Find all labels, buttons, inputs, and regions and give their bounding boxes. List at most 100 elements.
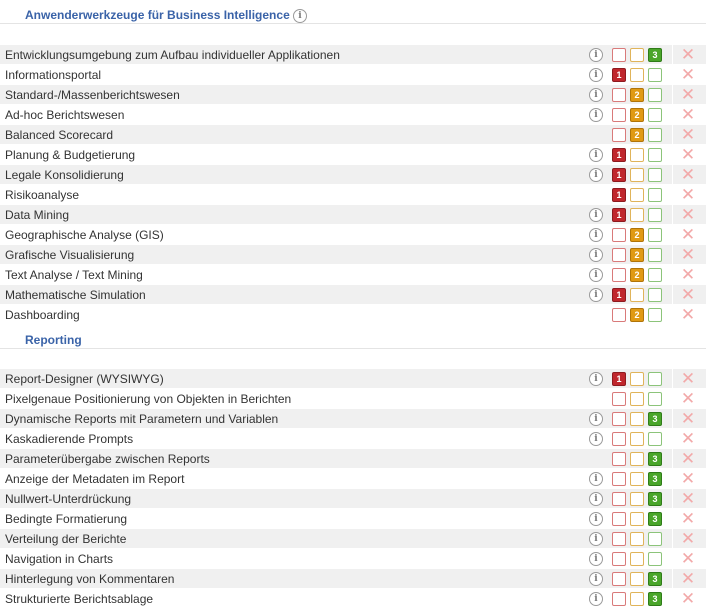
rating-box-3[interactable] bbox=[648, 308, 662, 322]
info-icon[interactable]: i bbox=[589, 108, 603, 122]
delete-icon[interactable]: ✕ bbox=[680, 127, 696, 144]
rating-box-2[interactable] bbox=[630, 492, 644, 506]
info-icon[interactable]: i bbox=[589, 412, 603, 426]
rating-box-1[interactable] bbox=[612, 592, 626, 606]
delete-icon[interactable]: ✕ bbox=[680, 67, 696, 84]
delete-icon[interactable]: ✕ bbox=[680, 87, 696, 104]
rating-box-3[interactable] bbox=[648, 532, 662, 546]
rating-box-1[interactable] bbox=[612, 228, 626, 242]
info-icon[interactable]: i bbox=[589, 268, 603, 282]
delete-icon[interactable]: ✕ bbox=[680, 391, 696, 408]
info-icon[interactable]: i bbox=[589, 432, 603, 446]
rating-box-2[interactable] bbox=[630, 472, 644, 486]
delete-icon[interactable]: ✕ bbox=[680, 307, 696, 324]
rating-box-1[interactable] bbox=[612, 432, 626, 446]
info-icon[interactable]: i bbox=[589, 532, 603, 546]
rating-box-2[interactable] bbox=[630, 48, 644, 62]
delete-icon[interactable]: ✕ bbox=[680, 551, 696, 568]
delete-icon[interactable]: ✕ bbox=[680, 167, 696, 184]
rating-box-1[interactable] bbox=[612, 492, 626, 506]
delete-icon[interactable]: ✕ bbox=[680, 147, 696, 164]
rating-box-3[interactable]: 3 bbox=[648, 492, 662, 506]
rating-box-3[interactable]: 3 bbox=[648, 412, 662, 426]
rating-box-3[interactable] bbox=[648, 68, 662, 82]
info-icon[interactable]: i bbox=[589, 572, 603, 586]
rating-box-1[interactable]: 1 bbox=[612, 168, 626, 182]
delete-icon[interactable]: ✕ bbox=[680, 287, 696, 304]
rating-box-1[interactable] bbox=[612, 88, 626, 102]
rating-box-1[interactable]: 1 bbox=[612, 288, 626, 302]
rating-box-1[interactable] bbox=[612, 472, 626, 486]
info-icon[interactable]: i bbox=[589, 228, 603, 242]
delete-icon[interactable]: ✕ bbox=[680, 431, 696, 448]
info-icon[interactable]: i bbox=[293, 9, 307, 23]
delete-icon[interactable]: ✕ bbox=[680, 267, 696, 284]
rating-box-3[interactable] bbox=[648, 88, 662, 102]
rating-box-3[interactable]: 3 bbox=[648, 592, 662, 606]
rating-box-3[interactable]: 3 bbox=[648, 452, 662, 466]
info-icon[interactable]: i bbox=[589, 492, 603, 506]
rating-box-3[interactable]: 3 bbox=[648, 572, 662, 586]
rating-box-3[interactable]: 3 bbox=[648, 48, 662, 62]
rating-box-1[interactable]: 1 bbox=[612, 372, 626, 386]
delete-icon[interactable]: ✕ bbox=[680, 107, 696, 124]
rating-box-1[interactable]: 1 bbox=[612, 188, 626, 202]
rating-box-2[interactable] bbox=[630, 552, 644, 566]
rating-box-2[interactable]: 2 bbox=[630, 128, 644, 142]
rating-box-3[interactable] bbox=[648, 248, 662, 262]
rating-box-1[interactable]: 1 bbox=[612, 68, 626, 82]
info-icon[interactable]: i bbox=[589, 472, 603, 486]
rating-box-1[interactable] bbox=[612, 108, 626, 122]
delete-icon[interactable]: ✕ bbox=[680, 187, 696, 204]
info-icon[interactable]: i bbox=[589, 148, 603, 162]
info-icon[interactable]: i bbox=[589, 552, 603, 566]
rating-box-1[interactable] bbox=[612, 532, 626, 546]
rating-box-3[interactable]: 3 bbox=[648, 472, 662, 486]
rating-box-1[interactable] bbox=[612, 572, 626, 586]
rating-box-3[interactable] bbox=[648, 268, 662, 282]
rating-box-3[interactable] bbox=[648, 392, 662, 406]
rating-box-2[interactable]: 2 bbox=[630, 108, 644, 122]
rating-box-3[interactable] bbox=[648, 372, 662, 386]
rating-box-2[interactable] bbox=[630, 208, 644, 222]
rating-box-2[interactable] bbox=[630, 68, 644, 82]
info-icon[interactable]: i bbox=[589, 88, 603, 102]
rating-box-1[interactable] bbox=[612, 248, 626, 262]
rating-box-2[interactable] bbox=[630, 148, 644, 162]
rating-box-1[interactable] bbox=[612, 552, 626, 566]
delete-icon[interactable]: ✕ bbox=[680, 471, 696, 488]
rating-box-1[interactable] bbox=[612, 512, 626, 526]
delete-icon[interactable]: ✕ bbox=[680, 411, 696, 428]
info-icon[interactable]: i bbox=[589, 372, 603, 386]
rating-box-1[interactable] bbox=[612, 392, 626, 406]
rating-box-3[interactable] bbox=[648, 168, 662, 182]
rating-box-2[interactable] bbox=[630, 392, 644, 406]
rating-box-3[interactable] bbox=[648, 148, 662, 162]
rating-box-2[interactable] bbox=[630, 188, 644, 202]
rating-box-2[interactable] bbox=[630, 532, 644, 546]
info-icon[interactable]: i bbox=[589, 168, 603, 182]
rating-box-2[interactable] bbox=[630, 592, 644, 606]
delete-icon[interactable]: ✕ bbox=[680, 571, 696, 588]
delete-icon[interactable]: ✕ bbox=[680, 591, 696, 608]
rating-box-2[interactable] bbox=[630, 432, 644, 446]
info-icon[interactable]: i bbox=[589, 288, 603, 302]
rating-box-3[interactable] bbox=[648, 188, 662, 202]
rating-box-3[interactable] bbox=[648, 128, 662, 142]
rating-box-2[interactable] bbox=[630, 372, 644, 386]
info-icon[interactable]: i bbox=[589, 68, 603, 82]
rating-box-2[interactable] bbox=[630, 412, 644, 426]
rating-box-3[interactable] bbox=[648, 208, 662, 222]
delete-icon[interactable]: ✕ bbox=[680, 47, 696, 64]
info-icon[interactable]: i bbox=[589, 248, 603, 262]
info-icon[interactable]: i bbox=[589, 48, 603, 62]
rating-box-3[interactable] bbox=[648, 432, 662, 446]
delete-icon[interactable]: ✕ bbox=[680, 511, 696, 528]
info-icon[interactable]: i bbox=[589, 592, 603, 606]
rating-box-1[interactable]: 1 bbox=[612, 148, 626, 162]
rating-box-3[interactable] bbox=[648, 288, 662, 302]
rating-box-1[interactable] bbox=[612, 128, 626, 142]
delete-icon[interactable]: ✕ bbox=[680, 207, 696, 224]
rating-box-2[interactable]: 2 bbox=[630, 248, 644, 262]
info-icon[interactable]: i bbox=[589, 208, 603, 222]
